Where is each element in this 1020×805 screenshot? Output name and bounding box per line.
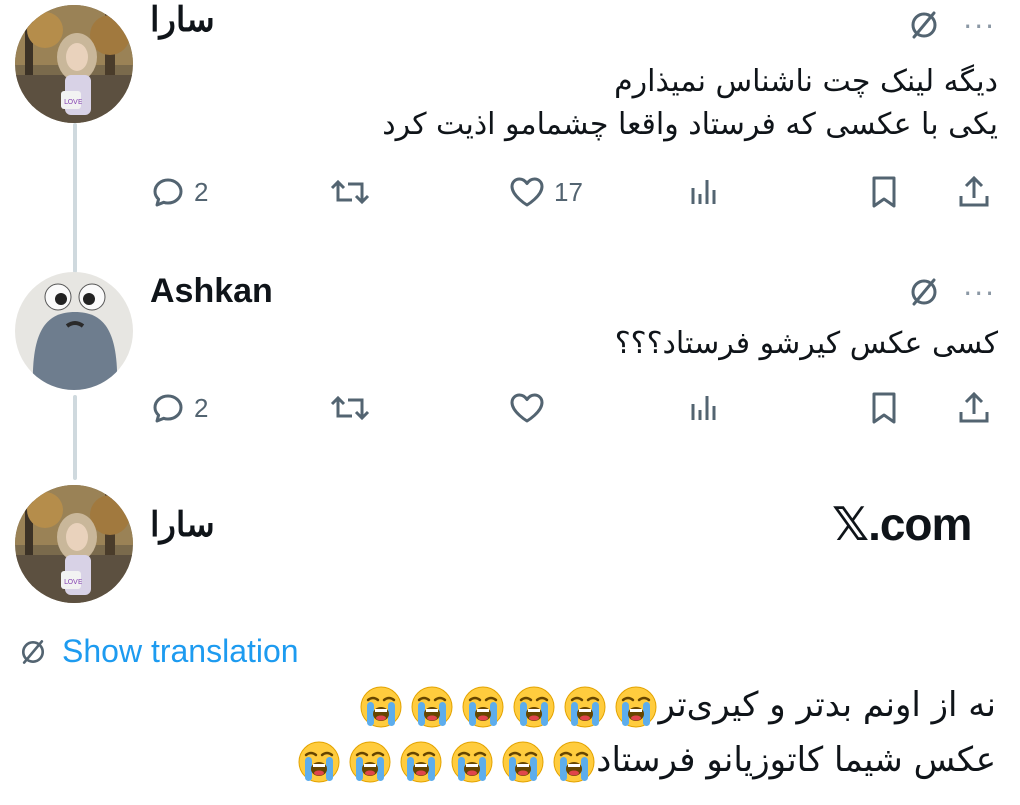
translate-icon <box>21 639 45 664</box>
like-icon <box>510 177 544 207</box>
author-name[interactable]: سارا <box>150 505 215 545</box>
author-name[interactable]: سارا <box>150 0 215 40</box>
retweet-icon <box>330 395 370 421</box>
emoji-row <box>359 685 658 729</box>
svg-text:LOVE: LOVE <box>64 98 82 106</box>
reply-button[interactable]: 2 <box>150 172 208 212</box>
tweet-text: نه از اونم بدتر و کیری‌تر عکس شیما کاتوز… <box>297 678 996 788</box>
bookmark-button[interactable] <box>866 172 902 212</box>
loudly-crying-face-icon <box>614 685 658 729</box>
retweet-button[interactable] <box>328 172 372 212</box>
like-icon <box>510 393 544 423</box>
share-icon <box>959 391 989 423</box>
views-button[interactable] <box>685 172 721 212</box>
avatar-sara-2[interactable]: LOVE <box>15 485 133 603</box>
x-logo-icon: 𝕏 <box>832 497 869 551</box>
grok-icon[interactable] <box>907 8 941 46</box>
loudly-crying-face-icon <box>563 685 607 729</box>
avatar-ashkan[interactable] <box>15 272 133 390</box>
tweet-line: عکس شیما کاتوزیانو فرستاد <box>596 740 996 780</box>
share-icon <box>959 175 989 207</box>
x-watermark: 𝕏 .com <box>832 497 972 551</box>
like-button[interactable] <box>508 388 546 428</box>
tweet-line-2: عکس شیما کاتوزیانو فرستاد <box>297 733 996 788</box>
loudly-crying-face-icon <box>461 685 505 729</box>
loudly-crying-face-icon <box>501 740 545 784</box>
tweet-text: کسی عکس کیرشو فرستاد؟؟؟ <box>615 322 998 365</box>
loudly-crying-face-icon <box>512 685 556 729</box>
tweet-line: یکی با عکسی که فرستاد واقعا چشمامو اذیت … <box>382 107 998 142</box>
tweet-line: کسی عکس کیرشو فرستاد؟؟؟ <box>614 326 998 361</box>
like-button[interactable]: 17 <box>508 172 583 212</box>
tweet-line-1: نه از اونم بدتر و کیری‌تر <box>297 678 996 733</box>
share-button[interactable] <box>956 388 992 428</box>
like-count: 17 <box>554 176 583 207</box>
loudly-crying-face-icon <box>450 740 494 784</box>
retweet-icon <box>330 179 370 205</box>
reply-button[interactable]: 2 <box>150 388 208 428</box>
loudly-crying-face-icon <box>297 740 341 784</box>
tweet-line: نه از اونم بدتر و کیری‌تر <box>658 685 996 725</box>
more-icon[interactable]: ··· <box>963 13 996 41</box>
views-icon <box>691 396 716 420</box>
avatar-sara-1[interactable]: LOVE <box>15 5 133 123</box>
bookmark-icon <box>872 392 896 424</box>
reply-icon <box>153 394 183 423</box>
watermark-domain: .com <box>868 498 972 550</box>
tweet-1-top-icons: ··· <box>907 8 996 46</box>
views-icon <box>691 180 716 204</box>
retweet-button[interactable] <box>328 388 372 428</box>
author-name[interactable]: Ashkan <box>150 272 273 311</box>
more-icon[interactable]: ··· <box>963 280 996 308</box>
emoji-row <box>297 740 596 784</box>
thread-connector-1 <box>73 123 77 273</box>
loudly-crying-face-icon <box>552 740 596 784</box>
thread-connector-2 <box>73 395 77 480</box>
tweet-text: دیگه لینک چت ناشناس نمیذارم یکی با عکسی … <box>382 60 998 146</box>
tweet-actions: 2 17 <box>150 172 998 212</box>
reply-count: 2 <box>194 176 209 207</box>
tweet-actions: 2 <box>150 388 998 428</box>
show-translation-label: Show translation <box>62 633 299 669</box>
loudly-crying-face-icon <box>359 685 403 729</box>
views-button[interactable] <box>685 388 721 428</box>
loudly-crying-face-icon <box>410 685 454 729</box>
svg-text:LOVE: LOVE <box>64 578 82 586</box>
tweet-2-top-icons: ··· <box>907 275 996 313</box>
loudly-crying-face-icon <box>348 740 392 784</box>
show-translation-button[interactable]: Show translation <box>18 633 299 670</box>
bookmark-button[interactable] <box>866 388 902 428</box>
reply-icon <box>153 178 183 207</box>
share-button[interactable] <box>956 172 992 212</box>
bookmark-icon <box>872 176 896 208</box>
grok-icon[interactable] <box>907 275 941 313</box>
tweet-line: دیگه لینک چت ناشناس نمیذارم <box>614 64 998 99</box>
loudly-crying-face-icon <box>399 740 443 784</box>
reply-count: 2 <box>194 392 209 423</box>
